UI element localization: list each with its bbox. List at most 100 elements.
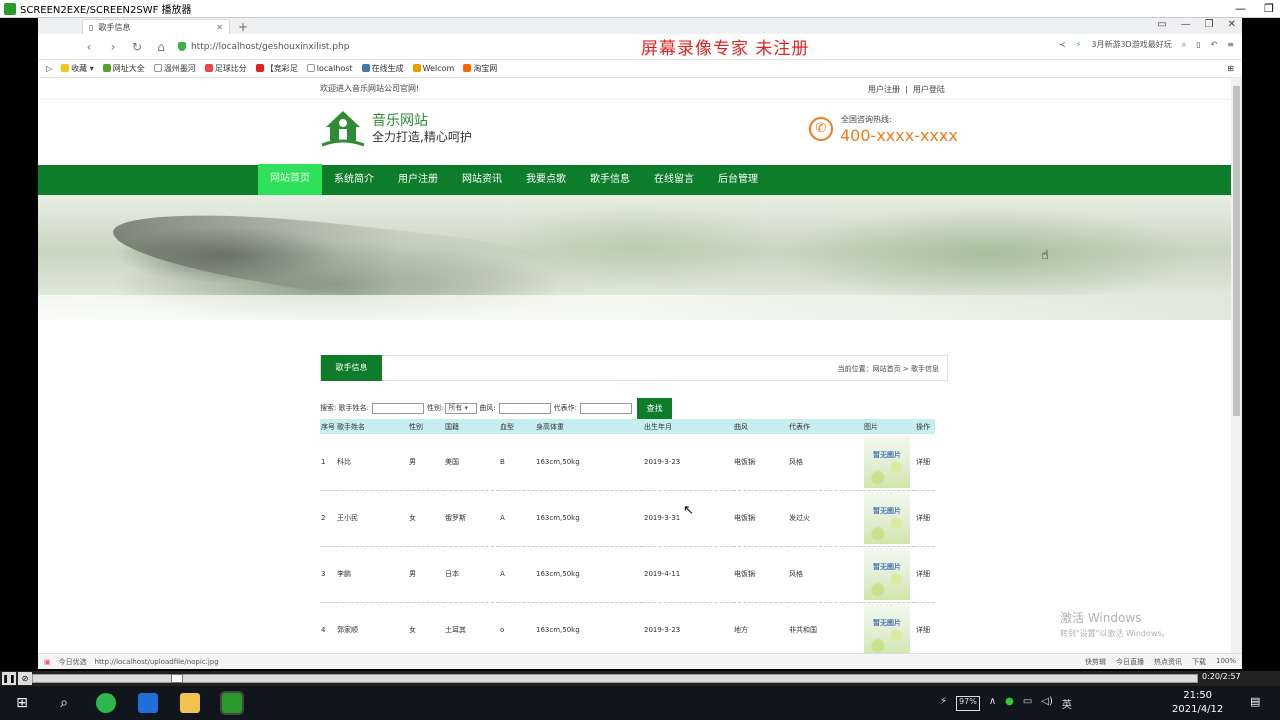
- power-icon[interactable]: ⚡: [940, 696, 947, 711]
- status-tool[interactable]: 下载: [1192, 657, 1206, 667]
- nav-admin[interactable]: 后台管理: [706, 165, 770, 195]
- style-input[interactable]: [498, 402, 551, 414]
- grid-icon[interactable]: ⊞: [1227, 64, 1234, 73]
- network-icon[interactable]: ▭: [1023, 696, 1032, 711]
- cell-nation: 俄罗斯: [445, 514, 466, 522]
- search-suggestion[interactable]: 3月新游3D游戏最好玩: [1091, 39, 1171, 50]
- tab-active[interactable]: ▯ 歌手信息 ✕: [82, 19, 230, 34]
- url-field[interactable]: http://localhost/geshouxinxilist.php: [178, 37, 958, 57]
- singer-thumbnail[interactable]: 暂无图片: [864, 492, 910, 544]
- close-tab-icon[interactable]: ✕: [216, 23, 223, 32]
- search-icon[interactable]: ⌕: [1182, 40, 1186, 50]
- bookmark-item[interactable]: 温州墨河: [153, 63, 196, 74]
- notification-icon[interactable]: ▤: [1250, 695, 1260, 708]
- seek-bar[interactable]: [32, 674, 1198, 683]
- detail-link[interactable]: 详细: [915, 490, 935, 546]
- bookmark-item[interactable]: localhost: [306, 64, 353, 73]
- page-icon: ▯: [89, 22, 94, 32]
- bookmark-favorites[interactable]: 收藏 ▾: [61, 63, 94, 74]
- player-window-controls[interactable]: — ❐: [1235, 2, 1274, 15]
- bolt-icon[interactable]: ⚡: [1076, 40, 1082, 49]
- bookmark-item[interactable]: 足球比分: [204, 63, 247, 74]
- wechat-icon[interactable]: ●: [1005, 696, 1014, 711]
- nav-singers[interactable]: 歌手信息: [578, 165, 642, 195]
- close-icon[interactable]: ✕: [1228, 19, 1236, 30]
- gift-icon[interactable]: ▣: [44, 658, 51, 666]
- nav-home[interactable]: 网站首页: [258, 164, 322, 196]
- login-link[interactable]: 用户登陆: [913, 85, 945, 94]
- bookmark-item[interactable]: 【竞彩足: [255, 63, 298, 74]
- gender-select[interactable]: 所有 ▾: [445, 402, 478, 414]
- volume-icon[interactable]: ◁): [1041, 696, 1053, 711]
- status-tool[interactable]: 快剪辑: [1085, 657, 1106, 667]
- browser-window-controls: ▭ — ❐ ✕: [1157, 19, 1236, 30]
- bookmark-item[interactable]: Welcom: [412, 64, 454, 73]
- house-logo-icon[interactable]: [320, 107, 366, 149]
- search-icon[interactable]: ⌕: [54, 693, 74, 713]
- zoom-level[interactable]: 100%: [1216, 657, 1236, 667]
- pin-icon[interactable]: ▭: [1157, 19, 1166, 30]
- home-icon[interactable]: ⌂: [154, 40, 168, 54]
- pause-icon[interactable]: ❚❚: [2, 672, 16, 685]
- status-tool[interactable]: 今日直播: [1116, 657, 1144, 667]
- ime-indicator[interactable]: 英: [1062, 696, 1072, 711]
- refresh-icon[interactable]: ↻: [130, 40, 144, 54]
- maximize-icon[interactable]: ❐: [1264, 2, 1274, 15]
- bookmark-item[interactable]: 在线生成: [361, 63, 404, 74]
- cell-image: 暂无图片: [863, 602, 915, 657]
- restore-icon[interactable]: ❐: [1205, 19, 1214, 30]
- seek-knob[interactable]: [171, 674, 183, 683]
- browser-taskbar-icon[interactable]: [96, 693, 116, 713]
- detail-link[interactable]: 详细: [915, 546, 935, 602]
- bookmarks-toggle-icon[interactable]: ▷: [46, 64, 52, 73]
- status-tool[interactable]: 热点资讯: [1154, 657, 1182, 667]
- cell-style: 地方: [734, 626, 748, 634]
- detail-link[interactable]: 详细: [915, 434, 935, 490]
- minimize-icon[interactable]: —: [1181, 19, 1191, 30]
- page-scrollbar[interactable]: [1231, 78, 1242, 657]
- nav-news[interactable]: 网站资讯: [450, 165, 514, 195]
- col-image: 图片: [864, 422, 878, 431]
- cell-blood: B: [500, 457, 505, 466]
- breadcrumb: 当前位置：网站首页 > 歌手信息: [837, 365, 939, 373]
- bookmark-item[interactable]: 淘宝网: [463, 63, 497, 74]
- col-nation: 国籍: [445, 422, 459, 431]
- cell-nation: 土耳其: [445, 626, 466, 634]
- taskbar-clock[interactable]: 21:50 2021/4/12: [1172, 689, 1223, 717]
- undo-icon[interactable]: ↶: [1211, 40, 1218, 49]
- nav-about[interactable]: 系统简介: [322, 165, 386, 195]
- detail-link[interactable]: 详细: [915, 602, 935, 657]
- works-input[interactable]: [580, 402, 633, 414]
- nav-register[interactable]: 用户注册: [386, 165, 450, 195]
- back-icon[interactable]: ‹: [82, 40, 96, 54]
- new-tab-icon[interactable]: +: [238, 20, 248, 34]
- search-button[interactable]: 查找: [637, 397, 673, 419]
- forward-icon[interactable]: ›: [106, 40, 120, 54]
- chevron-up-icon[interactable]: ∧: [989, 696, 996, 711]
- folder-icon[interactable]: [180, 693, 200, 713]
- tablet-icon[interactable]: ▯: [1196, 40, 1200, 49]
- col-name: 歌手姓名: [337, 422, 365, 431]
- singer-thumbnail[interactable]: 暂无图片: [864, 548, 910, 600]
- stop-icon[interactable]: ⊘: [18, 672, 32, 685]
- nav-guestbook[interactable]: 在线留言: [642, 165, 706, 195]
- cell-no: 1: [321, 457, 326, 466]
- singer-thumbnail[interactable]: 暂无图片: [864, 604, 910, 656]
- status-promo[interactable]: 今日优选: [59, 657, 87, 667]
- menu-icon[interactable]: ≡: [1227, 40, 1234, 49]
- windows-start-icon[interactable]: ⊞: [12, 693, 32, 713]
- top-strip: 欢迎进入音乐网站公司官网! 用户注册 | 用户登陆: [38, 78, 1231, 100]
- share-icon[interactable]: ≺: [1059, 40, 1066, 49]
- minimize-icon[interactable]: —: [1235, 2, 1246, 15]
- nav-request-song[interactable]: 我要点歌: [514, 165, 578, 195]
- register-link[interactable]: 用户注册: [868, 85, 900, 94]
- col-no: 序号: [321, 422, 335, 431]
- player-controls: ❚❚ ⊘ 0:20/2:57: [0, 671, 1280, 686]
- battery-indicator[interactable]: 97%: [956, 696, 980, 711]
- app-u-icon[interactable]: [138, 693, 158, 713]
- scrollbar-thumb[interactable]: [1233, 86, 1240, 416]
- singer-thumbnail[interactable]: 暂无图片: [864, 436, 910, 488]
- bookmark-item[interactable]: 网址大全: [102, 63, 145, 74]
- player-taskbar-icon[interactable]: [220, 691, 244, 715]
- singer-name-input[interactable]: [371, 402, 424, 414]
